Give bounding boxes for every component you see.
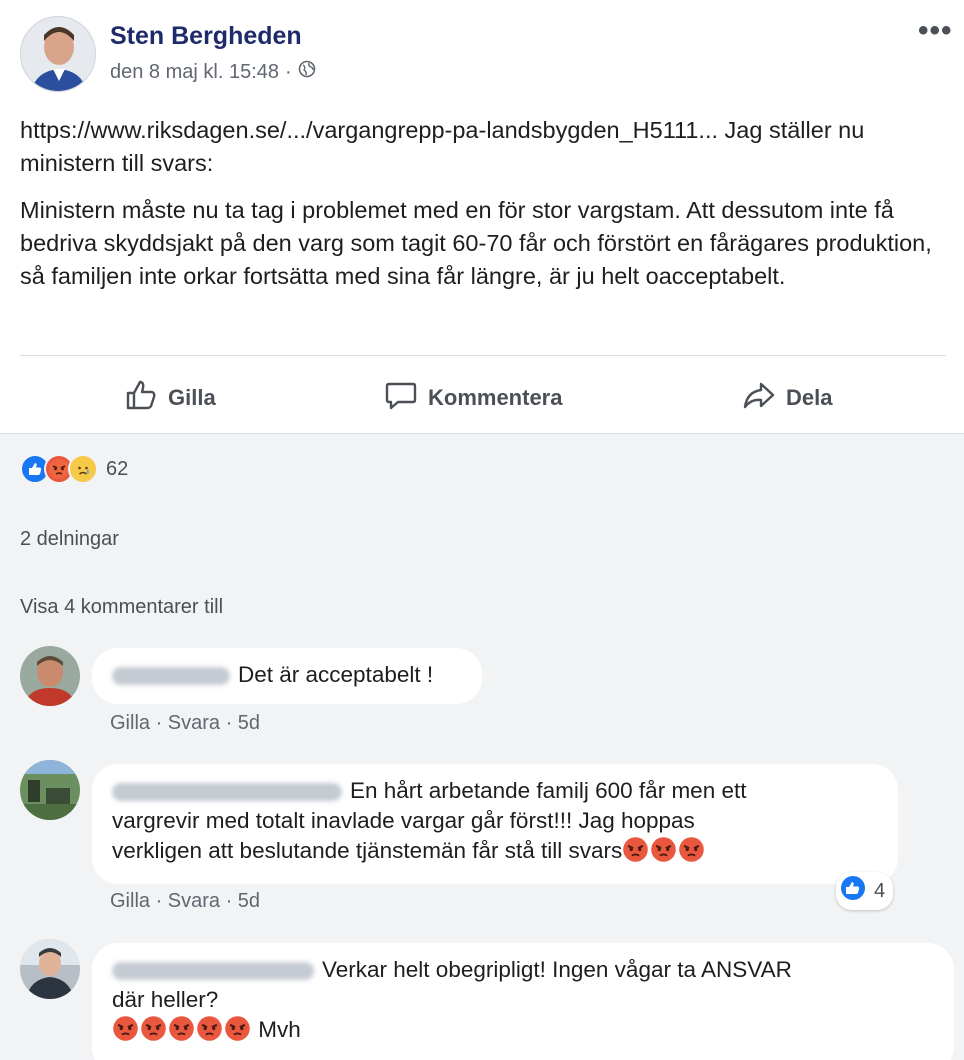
post-meta: den 8 maj kl. 15:48 · (110, 60, 316, 84)
blurred-commenter-name[interactable] (112, 783, 342, 802)
comment-like-badge[interactable]: 4 (836, 872, 894, 910)
post-actions: Gilla Kommentera Dela (0, 372, 964, 420)
author-name[interactable]: Sten Bergheden (110, 22, 302, 51)
comment-actions[interactable]: Gilla · Svara · 5d (110, 712, 260, 735)
angry-face-icon (168, 1016, 196, 1042)
author-avatar[interactable] (20, 16, 96, 92)
comment-text-line: Verkar helt obegripligt! Ingen vågar ta … (322, 957, 792, 982)
comment-bubble-icon (384, 378, 418, 418)
angry-face-icon (678, 837, 706, 863)
comment-bubble: En hårt arbetande familj 600 får men ett… (92, 764, 898, 884)
divider (20, 355, 946, 356)
like-label: Gilla (168, 385, 216, 410)
comment-text-line: där heller? (112, 987, 219, 1012)
comment-text-line: vargrevir med totalt inavlade vargar går… (112, 808, 695, 833)
more-options-button[interactable]: ••• (918, 14, 953, 48)
angry-face-icon (650, 837, 678, 863)
reaction-count: 62 (106, 457, 129, 480)
like-button[interactable]: Gilla (124, 378, 216, 418)
comment-actions[interactable]: Gilla · Svara · 5d (110, 890, 260, 913)
post-body: https://www.riksdagen.se/.../vargangrepp… (20, 114, 950, 307)
blurred-commenter-name[interactable] (112, 962, 314, 981)
angry-face-icon (196, 1016, 224, 1042)
post-paragraph: Ministern måste nu ta tag i problemet me… (20, 197, 932, 289)
blurred-commenter-name[interactable] (112, 667, 230, 686)
angry-face-icon (140, 1016, 168, 1042)
comment-button[interactable]: Kommentera (384, 378, 562, 418)
post-card: Sten Bergheden den 8 maj kl. 15:48 · •••… (0, 0, 964, 433)
meta-separator: · (285, 60, 292, 83)
comment-like-count: 4 (874, 879, 886, 902)
view-more-comments-link[interactable]: Visa 4 kommentarer till (20, 596, 223, 619)
comment-text-line: En hårt arbetande familj 600 får men ett (350, 778, 747, 803)
thumbs-up-icon (840, 875, 866, 907)
commenter-avatar[interactable] (20, 646, 80, 706)
commenter-avatar[interactable] (20, 939, 80, 999)
commenter-avatar[interactable] (20, 760, 80, 820)
reactions-summary[interactable]: 62 (20, 454, 128, 484)
comment-bubble: Verkar helt obegripligt! Ingen vågar ta … (92, 943, 954, 1060)
shares-count[interactable]: 2 delningar (20, 528, 119, 551)
angry-face-icon (112, 1016, 140, 1042)
globe-icon (298, 60, 316, 84)
comment-signoff: Mvh (258, 1017, 301, 1042)
share-label: Dela (786, 385, 833, 410)
angry-face-icon (224, 1016, 252, 1042)
post-link-line[interactable]: https://www.riksdagen.se/.../vargangrepp… (20, 114, 950, 180)
post-timestamp[interactable]: den 8 maj kl. 15:48 (110, 61, 279, 84)
share-button[interactable]: Dela (742, 378, 832, 418)
comment-text-line: verkligen att beslutande tjänstemän får … (112, 838, 623, 863)
angry-face-icon (622, 837, 650, 863)
comments-section: 62 2 delningar Visa 4 kommentarer till D… (0, 433, 964, 1060)
comment-bubble: Det är acceptabelt ! (92, 648, 482, 704)
comment-text: Det är acceptabelt ! (238, 662, 434, 687)
share-arrow-icon (742, 378, 776, 418)
thumbs-up-icon (124, 378, 158, 418)
sad-face-icon (68, 454, 98, 484)
comment-label: Kommentera (428, 385, 563, 410)
